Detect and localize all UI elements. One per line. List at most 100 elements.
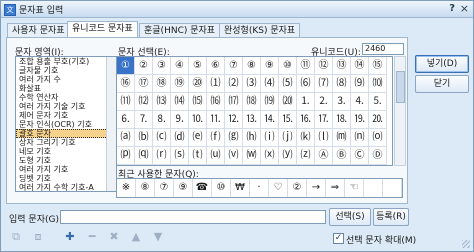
char-cell[interactable]: ⒢ [225, 129, 243, 147]
sheet-add-icon[interactable]: ⧉ [7, 228, 25, 246]
char-cell[interactable]: ⑺ [315, 75, 333, 93]
list-item[interactable]: 여러 가지 수 [16, 75, 116, 84]
char-cell[interactable]: ⒟ [171, 129, 189, 147]
char-cell[interactable]: ⑾ [117, 93, 135, 111]
enlarge-checkbox[interactable]: ✓ [333, 233, 344, 244]
register-button[interactable]: 등록(R) [373, 208, 409, 226]
char-cell[interactable]: ⒳ [261, 147, 279, 165]
list-item[interactable]: 글자물 기호 [16, 66, 116, 75]
char-cell[interactable]: ⒨ [333, 129, 351, 147]
char-cell[interactable]: ⑩ [279, 57, 297, 75]
char-cell[interactable]: ⒞ [153, 129, 171, 147]
help-icon[interactable]: ? [449, 3, 455, 14]
char-cell[interactable]: Ⓑ [333, 147, 351, 165]
recent-char-cell[interactable]: ☜ [345, 179, 364, 197]
down-icon[interactable]: ▼ [149, 228, 167, 246]
recent-char-cell[interactable] [364, 179, 383, 197]
char-cell[interactable]: ⒧ [315, 129, 333, 147]
char-cell[interactable]: ⒇ [279, 93, 297, 111]
char-cell[interactable]: ⑰ [135, 75, 153, 93]
char-cell[interactable]: ⒦ [297, 129, 315, 147]
recent-char-cell[interactable]: ⑨ [174, 179, 193, 197]
char-cell[interactable]: ⒔ [243, 111, 261, 129]
char-cell[interactable]: ⑹ [297, 75, 315, 93]
char-cell[interactable]: ⑳ [189, 75, 207, 93]
char-cell[interactable]: ⑲ [171, 75, 189, 93]
insert-button[interactable]: 넣기(D) [415, 55, 469, 73]
list-item[interactable]: 화살표 [16, 84, 116, 93]
list-item[interactable]: 문자 인식(OCR) 기호 [16, 120, 116, 129]
char-cell[interactable]: ⒰ [207, 147, 225, 165]
delete-icon[interactable]: ✖ [105, 228, 123, 246]
char-cell[interactable]: ⒮ [171, 147, 189, 165]
char-cell[interactable]: ⒊ [333, 93, 351, 111]
char-cell[interactable]: Ⓐ [315, 147, 333, 165]
unicode-input[interactable]: 2460 [362, 43, 404, 55]
char-cell[interactable]: ⒍ [117, 111, 135, 129]
list-item[interactable]: 여러 가지 기술 기호 [16, 102, 116, 111]
char-cell[interactable]: Ⓓ [369, 147, 387, 165]
char-cell[interactable]: ⒫ [117, 147, 135, 165]
char-cell[interactable]: ⒩ [351, 129, 369, 147]
char-cell[interactable]: ⒄ [225, 93, 243, 111]
recent-char-cell[interactable]: ☎ [193, 179, 212, 197]
recent-char-cell[interactable] [383, 179, 402, 197]
recent-char-cell[interactable]: ⇒ [326, 179, 345, 197]
char-cell[interactable]: ⒑ [189, 111, 207, 129]
area-listbox[interactable]: 조합 용출 부호(기호) 글자물 기호 여러 가지 수 화살표 수학 연산자 여러 가지 … [15, 56, 117, 192]
recent-char-cell[interactable]: ⑧ [136, 179, 155, 197]
char-cell[interactable]: ⒕ [261, 111, 279, 129]
char-cell[interactable]: ⒝ [135, 129, 153, 147]
recent-chars[interactable]: ※ ⑧ ⑦ ⑨ ☎ ⑩ ₩ · ♡ ② → ⇒ ☜ [116, 178, 403, 198]
char-cell[interactable]: ⑽ [369, 75, 387, 93]
recent-char-cell[interactable]: ⑦ [155, 179, 174, 197]
char-cell[interactable]: ⒬ [135, 147, 153, 165]
char-cell[interactable]: ⒪ [369, 129, 387, 147]
char-cell[interactable]: ② [135, 57, 153, 75]
char-cell[interactable]: ⑮ [369, 57, 387, 75]
select-button[interactable]: 선택(S) [329, 208, 371, 226]
char-cell[interactable]: ⑤ [189, 57, 207, 75]
tab-ks[interactable]: 완성형(KS) 문자표 [219, 23, 301, 38]
char-cell[interactable]: ⑻ [333, 75, 351, 93]
char-cell[interactable]: ⒌ [369, 93, 387, 111]
char-cell[interactable]: ⒒ [207, 111, 225, 129]
char-cell[interactable]: ④ [171, 57, 189, 75]
char-cell[interactable]: ⒚ [351, 111, 369, 129]
recent-char-cell[interactable]: ※ [117, 179, 136, 197]
scroll-thumb[interactable] [396, 71, 405, 103]
char-cell[interactable]: ⒉ [315, 93, 333, 111]
list-item[interactable]: 네모 기호 [16, 147, 116, 156]
up-icon[interactable]: ▲ [127, 228, 145, 246]
char-cell[interactable]: ③ [153, 57, 171, 75]
char-cell[interactable]: ⒲ [243, 147, 261, 165]
recent-char-cell[interactable]: ② [288, 179, 307, 197]
grid-scrollbar[interactable] [394, 56, 406, 166]
char-cell[interactable]: ⒵ [297, 147, 315, 165]
char-cell[interactable]: ⑸ [279, 75, 297, 93]
char-cell[interactable]: Ⓒ [351, 147, 369, 165]
char-cell[interactable]: ⒐ [171, 111, 189, 129]
recent-char-cell[interactable]: ♡ [269, 179, 288, 197]
list-item[interactable]: 수학 연산자 [16, 93, 116, 102]
char-cell[interactable]: ⒯ [189, 147, 207, 165]
char-cell[interactable]: ⒙ [333, 111, 351, 129]
char-cell[interactable]: ⑧ [243, 57, 261, 75]
char-cell[interactable]: ⒛ [369, 111, 387, 129]
char-cell[interactable]: ① [117, 57, 135, 75]
list-item[interactable]: 여러 가지 기호 [16, 165, 116, 174]
char-cell[interactable]: ⑶ [243, 75, 261, 93]
char-cell[interactable]: ⑷ [261, 75, 279, 93]
char-cell[interactable]: ⑭ [351, 57, 369, 75]
char-cell[interactable]: ⒤ [261, 129, 279, 147]
char-cell[interactable]: ⒗ [297, 111, 315, 129]
recent-char-cell[interactable]: → [307, 179, 326, 197]
minus-icon[interactable]: ━ [83, 228, 101, 246]
sheet-remove-icon[interactable]: ⧈ [29, 228, 47, 246]
char-cell[interactable]: ⑦ [225, 57, 243, 75]
close-button[interactable]: 닫기 [415, 75, 469, 93]
listbox-scrollbar[interactable] [106, 57, 116, 191]
list-item[interactable]: 제어 문자 기호 [16, 111, 116, 120]
recent-char-cell[interactable]: ⑩ [212, 179, 231, 197]
list-item[interactable]: 여러 가지 수학 기호-A [16, 183, 116, 191]
